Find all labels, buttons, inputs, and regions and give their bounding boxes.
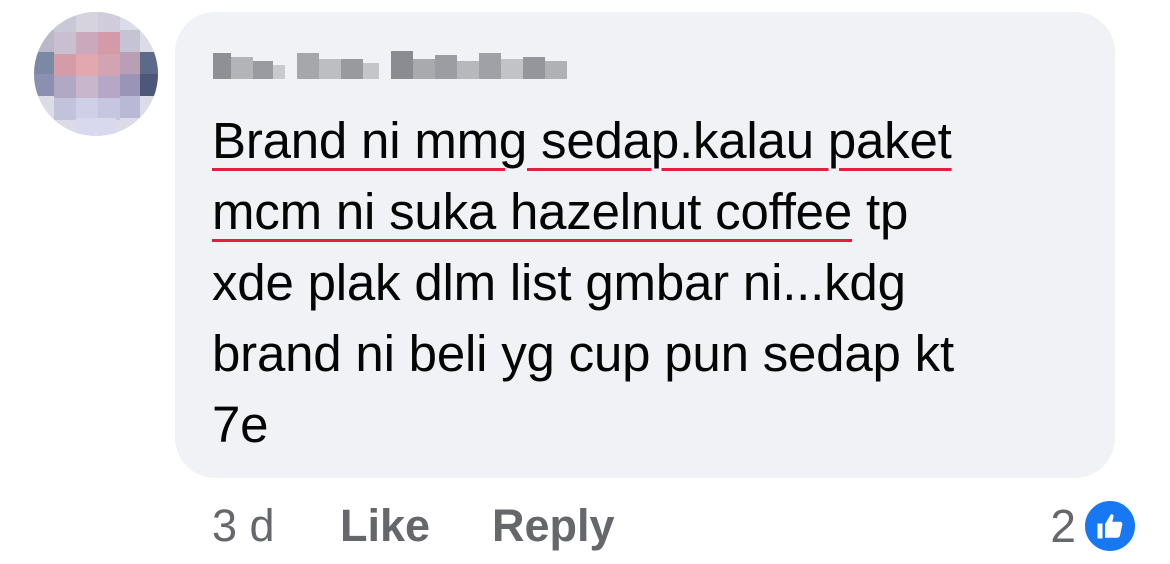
thumbs-up-icon: [1082, 498, 1138, 554]
comment-line-text: brand ni beli yg cup pun sedap kt: [212, 325, 954, 382]
comment-line-text: xde plak dlm list gmbar ni...kdg: [212, 254, 906, 311]
spellcheck-underlined-text: Brand ni mmg sedap.kalau paket: [212, 112, 952, 169]
comment-line-text: 7e: [212, 396, 269, 453]
comment-line: xde plak dlm list gmbar ni...kdg: [212, 247, 1092, 318]
like-button[interactable]: Like: [340, 496, 430, 556]
reaction-count: 2: [1050, 500, 1076, 552]
comment-line: 7e: [212, 389, 1092, 460]
comment-line: brand ni beli yg cup pun sedap kt: [212, 318, 1092, 389]
comment-line: Brand ni mmg sedap.kalau paket: [212, 105, 1092, 176]
spellcheck-underlined-text: mcm ni suka hazelnut coffee: [212, 183, 852, 240]
comment-line: mcm ni suka hazelnut coffee tp: [212, 176, 1092, 247]
comment-line-text: tp: [852, 183, 909, 240]
avatar[interactable]: [34, 12, 158, 136]
comment-text: Brand ni mmg sedap.kalau paket mcm ni su…: [212, 105, 1092, 460]
timestamp[interactable]: 3 d: [212, 496, 275, 556]
reaction-summary[interactable]: 2: [1050, 496, 1138, 556]
reply-button[interactable]: Reply: [492, 496, 615, 556]
author-name[interactable]: [213, 47, 567, 85]
